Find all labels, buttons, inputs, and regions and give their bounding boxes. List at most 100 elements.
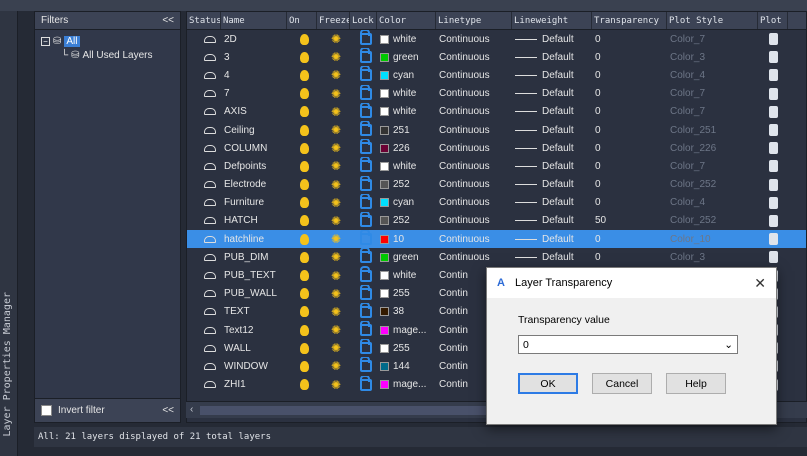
layer-status-icon[interactable]: [204, 90, 216, 98]
layer-status-icon[interactable]: [204, 326, 216, 334]
color-cell[interactable]: mage...: [377, 321, 436, 339]
color-cell[interactable]: 252: [377, 176, 436, 194]
color-cell[interactable]: 251: [377, 121, 436, 139]
lineweight-cell[interactable]: Default: [512, 85, 592, 103]
transparency-value-select[interactable]: 0 ⌄: [518, 335, 738, 354]
printer-icon[interactable]: [769, 214, 778, 227]
freeze-cell[interactable]: ✺: [317, 194, 350, 212]
name-cell[interactable]: Furniture: [221, 194, 287, 212]
close-icon[interactable]: ✕: [754, 275, 766, 292]
freeze-cell[interactable]: ✺: [317, 139, 350, 157]
freeze-cell[interactable]: ✺: [317, 103, 350, 121]
plot-cell[interactable]: [758, 66, 788, 84]
color-cell[interactable]: mage...: [377, 376, 436, 394]
lightbulb-icon[interactable]: [300, 270, 309, 282]
layer-status-icon[interactable]: [204, 217, 216, 225]
status-cell[interactable]: [187, 266, 221, 284]
linetype-cell[interactable]: Continuous: [436, 30, 512, 48]
lightbulb-icon[interactable]: [300, 251, 309, 263]
lock-cell[interactable]: [350, 157, 377, 175]
sun-icon[interactable]: ✺: [330, 306, 342, 318]
status-cell[interactable]: [187, 230, 221, 248]
name-cell[interactable]: WALL: [221, 339, 287, 357]
column-header-plot-style[interactable]: Plot Style: [667, 12, 758, 29]
layer-status-icon[interactable]: [204, 126, 216, 134]
linetype-cell[interactable]: Continuous: [436, 103, 512, 121]
lightbulb-icon[interactable]: [300, 106, 309, 118]
lightbulb-icon[interactable]: [300, 69, 309, 81]
plot-cell[interactable]: [758, 48, 788, 66]
status-cell[interactable]: [187, 194, 221, 212]
unlock-icon[interactable]: [360, 193, 372, 209]
status-cell[interactable]: [187, 157, 221, 175]
table-row[interactable]: Electrode ✺ 252 Continuous Default 0 Col…: [187, 175, 806, 194]
freeze-cell[interactable]: ✺: [317, 48, 350, 66]
printer-icon[interactable]: [769, 196, 778, 209]
freeze-cell[interactable]: ✺: [317, 266, 350, 284]
printer-icon[interactable]: [769, 233, 778, 246]
transparency-cell[interactable]: 0: [592, 139, 667, 157]
name-cell[interactable]: ZHI1: [221, 376, 287, 394]
lightbulb-icon[interactable]: [300, 160, 309, 172]
status-cell[interactable]: [187, 357, 221, 375]
table-row[interactable]: Ceiling ✺ 251 Continuous Default 0 Color…: [187, 120, 806, 139]
freeze-cell[interactable]: ✺: [317, 285, 350, 303]
name-cell[interactable]: HATCH: [221, 212, 287, 230]
printer-icon[interactable]: [769, 33, 778, 46]
plot-cell[interactable]: [758, 121, 788, 139]
unlock-icon[interactable]: [360, 302, 372, 318]
on-cell[interactable]: [287, 66, 317, 84]
freeze-cell[interactable]: ✺: [317, 66, 350, 84]
on-cell[interactable]: [287, 357, 317, 375]
unlock-icon[interactable]: [360, 211, 372, 227]
freeze-cell[interactable]: ✺: [317, 212, 350, 230]
linetype-cell[interactable]: Continuous: [436, 66, 512, 84]
color-cell[interactable]: 10: [377, 230, 436, 248]
color-cell[interactable]: cyan: [377, 194, 436, 212]
linetype-cell[interactable]: Continuous: [436, 248, 512, 266]
color-cell[interactable]: 38: [377, 303, 436, 321]
sun-icon[interactable]: ✺: [330, 179, 342, 191]
name-cell[interactable]: 2D: [221, 30, 287, 48]
collapse-box-icon[interactable]: −: [41, 36, 50, 46]
layer-status-icon[interactable]: [204, 53, 216, 61]
on-cell[interactable]: [287, 194, 317, 212]
on-cell[interactable]: [287, 266, 317, 284]
on-cell[interactable]: [287, 139, 317, 157]
name-cell[interactable]: 7: [221, 85, 287, 103]
printer-icon[interactable]: [769, 105, 778, 118]
transparency-cell[interactable]: 0: [592, 85, 667, 103]
name-cell[interactable]: Text12: [221, 321, 287, 339]
freeze-cell[interactable]: ✺: [317, 376, 350, 394]
layer-status-icon[interactable]: [204, 308, 216, 316]
transparency-cell[interactable]: 0: [592, 230, 667, 248]
status-cell[interactable]: [187, 321, 221, 339]
lock-cell[interactable]: [350, 302, 377, 321]
unlock-icon[interactable]: [360, 48, 372, 64]
name-cell[interactable]: PUB_TEXT: [221, 266, 287, 284]
layer-status-icon[interactable]: [204, 108, 216, 116]
scroll-left-icon[interactable]: ‹: [190, 404, 193, 415]
status-cell[interactable]: [187, 48, 221, 66]
plot-cell[interactable]: [758, 212, 788, 230]
column-header-status[interactable]: Status: [187, 12, 221, 29]
freeze-cell[interactable]: ✺: [317, 339, 350, 357]
sun-icon[interactable]: ✺: [330, 160, 342, 172]
status-cell[interactable]: [187, 376, 221, 394]
lightbulb-icon[interactable]: [300, 342, 309, 354]
status-cell[interactable]: [187, 176, 221, 194]
sun-icon[interactable]: ✺: [330, 288, 342, 300]
linetype-cell[interactable]: Continuous: [436, 230, 512, 248]
sun-icon[interactable]: ✺: [330, 233, 342, 245]
lightbulb-icon[interactable]: [300, 306, 309, 318]
color-cell[interactable]: white: [377, 157, 436, 175]
table-row[interactable]: COLUMN ✺ 226 Continuous Default 0 Color_…: [187, 139, 806, 157]
status-cell[interactable]: [187, 103, 221, 121]
transparency-cell[interactable]: 0: [592, 176, 667, 194]
status-cell[interactable]: [187, 248, 221, 266]
name-cell[interactable]: COLUMN: [221, 139, 287, 157]
name-cell[interactable]: PUB_WALL: [221, 285, 287, 303]
layer-status-icon[interactable]: [204, 199, 216, 207]
lightbulb-icon[interactable]: [300, 33, 309, 45]
lightbulb-icon[interactable]: [300, 324, 309, 336]
